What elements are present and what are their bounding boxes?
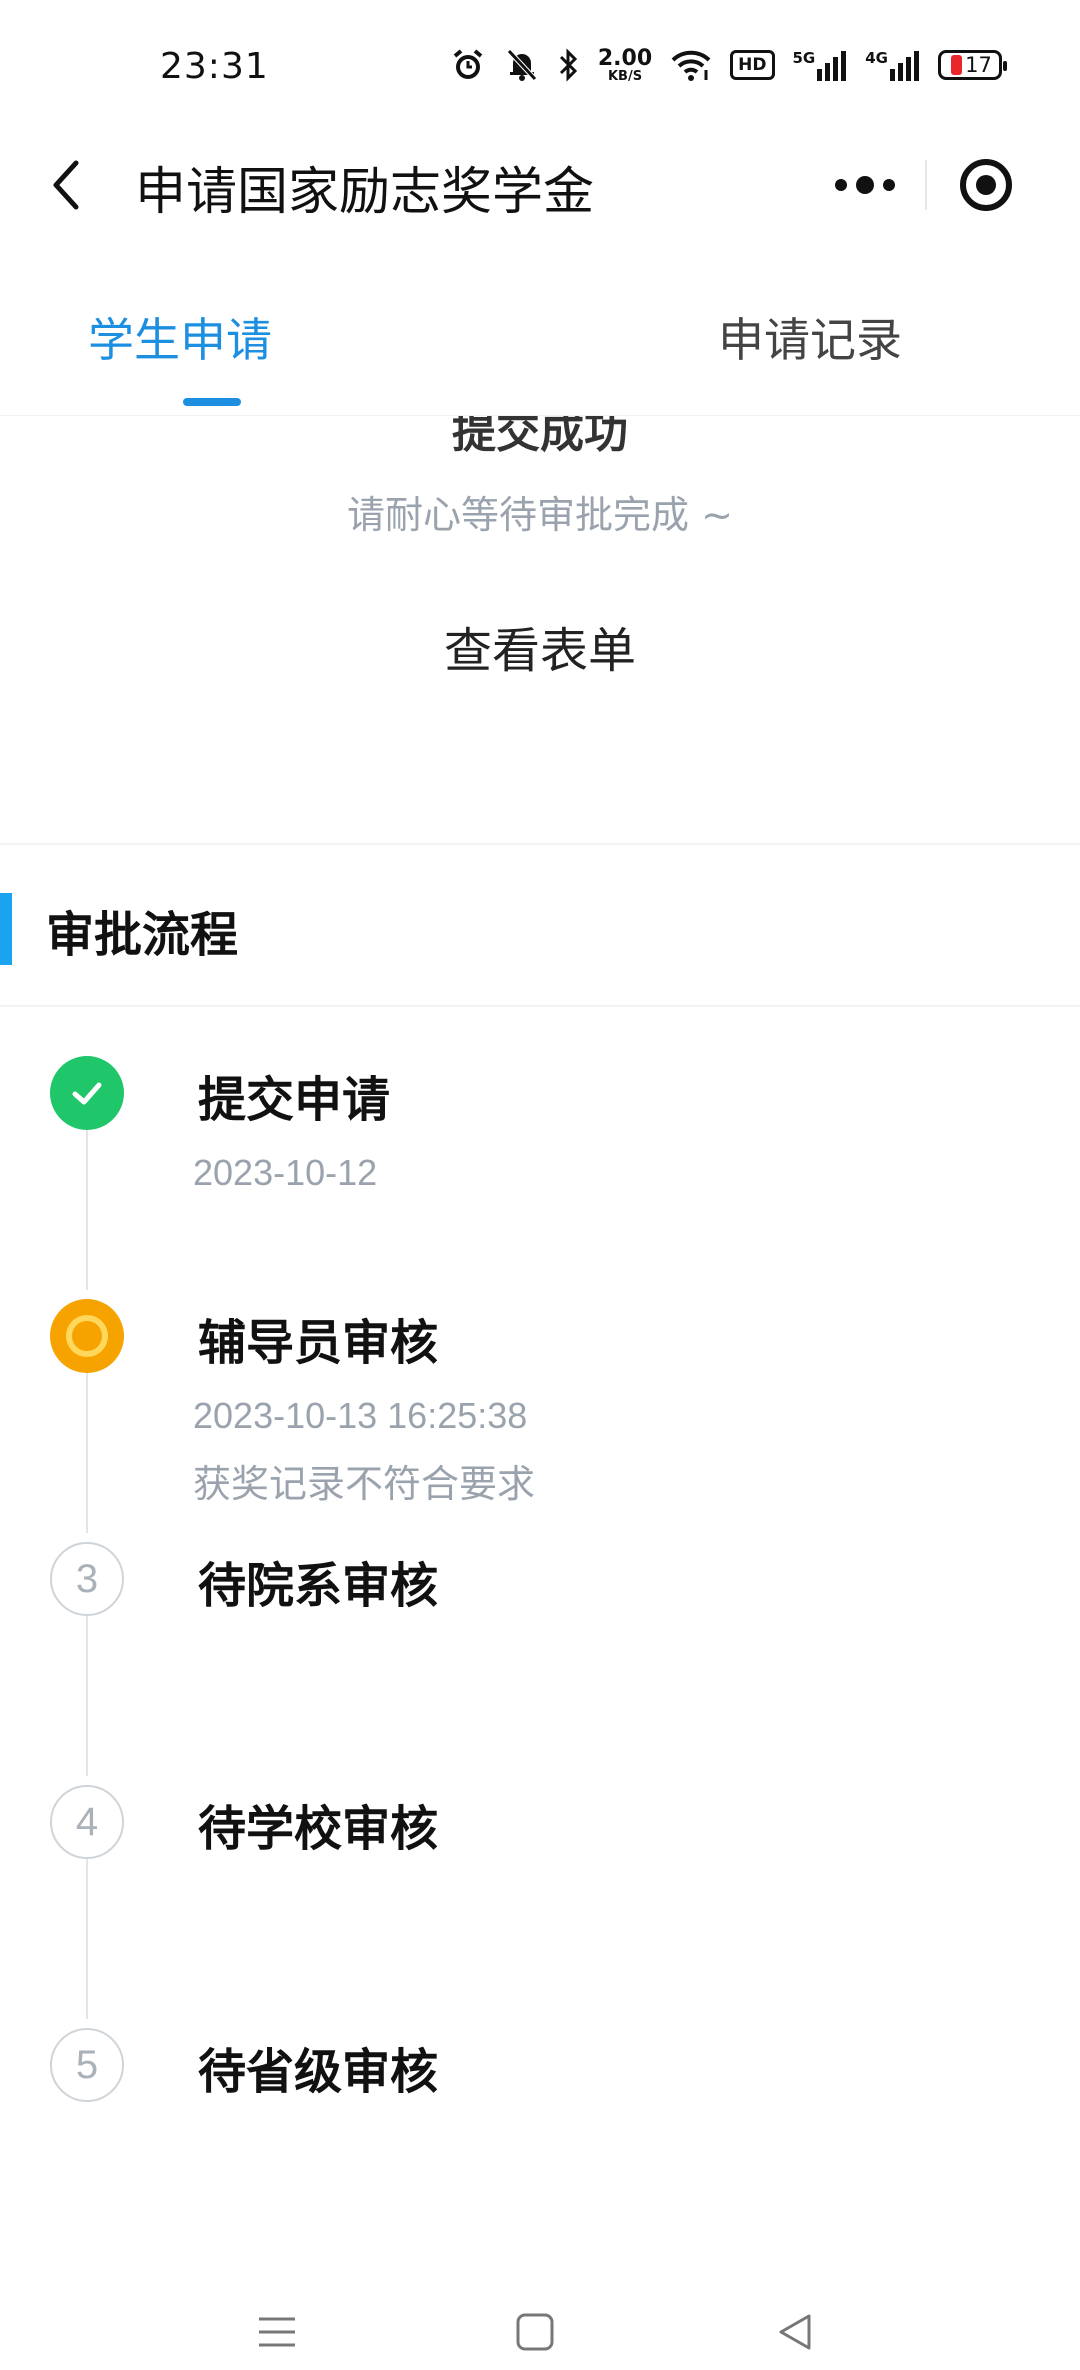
battery-level: 17 — [965, 53, 992, 77]
more-dots-icon[interactable] — [805, 142, 925, 228]
wifi-icon — [670, 48, 712, 82]
process-title: 审批流程 — [46, 907, 239, 963]
home-square-icon[interactable] — [505, 2305, 565, 2359]
step-title: 待学校审核 — [198, 1801, 439, 1857]
step-title: 待省级审核 — [198, 2044, 439, 2100]
battery-fill — [951, 55, 963, 75]
timeline-connector — [86, 1844, 88, 2019]
timeline-step: 5 待省级审核 — [0, 2012, 1080, 2255]
status-time: 23:31 — [160, 46, 269, 87]
submission-result: 提交成功 请耐心等待审批完成 ~ 查看表单 — [0, 415, 1080, 845]
tab-active-indicator — [183, 398, 241, 406]
signal-5g-icon: 5G — [793, 49, 848, 81]
view-form-button[interactable]: 查看表单 — [390, 606, 690, 686]
tab-label: 申请记录 — [718, 313, 902, 367]
step-number-badge: 5 — [50, 2028, 124, 2102]
step-number-badge: 4 — [50, 1785, 124, 1859]
timeline-connector — [86, 1115, 88, 1290]
wait-hint: 请耐心等待审批完成 ~ — [347, 493, 733, 537]
net-speed: 2.00 KB/S — [597, 45, 653, 84]
tab-label: 学生申请 — [88, 313, 272, 367]
target-circle-icon[interactable] — [927, 142, 1045, 228]
submit-success-title: 提交成功 — [452, 415, 628, 458]
tab-bar: 学生申请 申请记录 — [0, 270, 1080, 410]
status-icons: 2.00 KB/S HD 5G 4G 17 — [450, 40, 1007, 90]
chevron-left-icon[interactable] — [44, 155, 90, 215]
net-speed-value: 2.00 — [597, 45, 653, 71]
mute-bell-icon — [504, 47, 540, 83]
step-title: 待院系审核 — [198, 1558, 439, 1614]
signal-4g-icon: 4G — [865, 49, 920, 81]
process-header: 审批流程 — [0, 885, 1080, 975]
step-title: 提交申请 — [198, 1072, 391, 1128]
in-progress-icon — [50, 1299, 124, 1373]
sim1-label: 5G — [792, 49, 816, 67]
page-title: 申请国家励志奖学金 — [135, 163, 595, 222]
nav-bar: 申请国家励志奖学金 — [0, 130, 1080, 238]
tab-apply-records[interactable]: 申请记录 — [540, 270, 1080, 410]
back-triangle-icon[interactable] — [765, 2305, 825, 2359]
check-icon — [50, 1056, 124, 1130]
timeline-step: 辅导员审核 2023-10-13 16:25:38 获奖记录不符合要求 — [0, 1283, 1080, 1533]
step-time: 2023-10-12 — [193, 1152, 378, 1193]
timeline-connector — [86, 1601, 88, 1776]
step-note: 获奖记录不符合要求 — [193, 1462, 536, 1506]
timeline-step: 提交申请 2023-10-12 — [0, 1040, 1080, 1290]
menu-icon[interactable] — [247, 2305, 307, 2359]
step-title: 辅导员审核 — [198, 1315, 439, 1371]
mini-program-capsule — [805, 142, 1045, 228]
battery-icon: 17 — [938, 50, 1007, 80]
section-accent-bar — [0, 893, 12, 965]
system-nav-bar — [0, 2295, 1080, 2370]
divider — [0, 843, 1080, 845]
tab-student-apply[interactable]: 学生申请 — [0, 270, 540, 410]
in-progress-ring — [66, 1315, 108, 1357]
divider — [0, 1005, 1080, 1007]
hd-icon: HD — [730, 50, 775, 80]
step-number-badge: 3 — [50, 1542, 124, 1616]
sim2-label: 4G — [865, 49, 888, 67]
net-speed-unit: KB/S — [607, 68, 643, 84]
timeline-connector — [86, 1358, 88, 1533]
timeline-step: 3 待院系审核 — [0, 1526, 1080, 1776]
timeline-step: 4 待学校审核 — [0, 1769, 1080, 2019]
step-time: 2023-10-13 16:25:38 — [193, 1395, 528, 1436]
status-bar: 23:31 2.00 KB/S HD 5G 4G 17 — [0, 0, 1080, 130]
alarm-icon — [450, 47, 486, 83]
bluetooth-icon — [558, 47, 580, 83]
